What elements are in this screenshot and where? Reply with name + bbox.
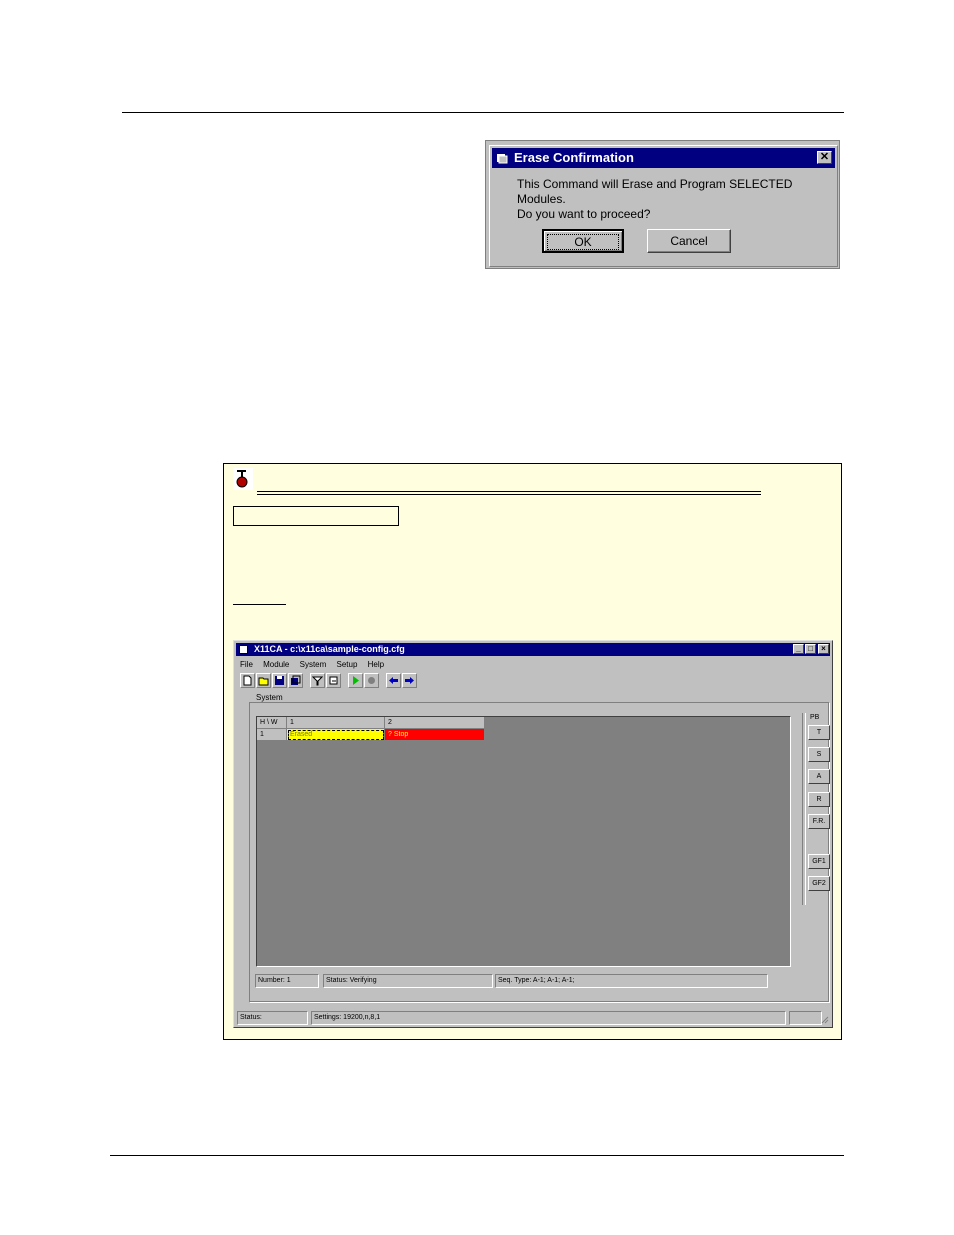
app-icon bbox=[497, 154, 508, 164]
status-bar-status: Status: bbox=[237, 1011, 308, 1025]
note-outlined-box bbox=[233, 506, 399, 526]
x11ca-window: X11CA - c:\x11ca\sample-config.cfg _ □ ×… bbox=[233, 640, 833, 1028]
filter-button[interactable] bbox=[310, 673, 325, 688]
app-icon bbox=[239, 645, 248, 654]
note-heading-rule bbox=[257, 491, 761, 495]
dialog-title-bar: Erase Confirmation ✕ bbox=[492, 148, 835, 168]
open-button[interactable] bbox=[256, 673, 271, 688]
play-icon bbox=[353, 676, 359, 685]
close-button[interactable]: ✕ bbox=[817, 151, 832, 164]
message-line-1: This Command will Erase and Program SELE… bbox=[517, 177, 793, 206]
app-title: X11CA - c:\x11ca\sample-config.cfg bbox=[254, 644, 405, 654]
grid-cell-stop[interactable]: ? Stop bbox=[385, 729, 485, 741]
folder-open-icon bbox=[258, 677, 269, 686]
filter-icon bbox=[312, 676, 323, 686]
top-rule bbox=[122, 112, 844, 113]
module-grid[interactable]: H \ W 1 2 1 Erased ? Stop bbox=[256, 716, 791, 967]
pb-button-a[interactable]: A bbox=[808, 769, 830, 784]
grid-row-header-1[interactable]: 1 bbox=[257, 729, 287, 741]
info-number: Number: 1 bbox=[255, 974, 319, 988]
resize-grip-icon[interactable] bbox=[820, 1015, 829, 1024]
ok-label: OK bbox=[547, 234, 619, 250]
pb-label: PB bbox=[810, 714, 820, 721]
app-title-bar: X11CA - c:\x11ca\sample-config.cfg _ □ × bbox=[236, 643, 830, 656]
arrow-right-icon bbox=[405, 677, 414, 684]
pb-button-gf2[interactable]: GF2 bbox=[808, 876, 830, 891]
menu-file[interactable]: File bbox=[240, 660, 253, 669]
group-label: System bbox=[254, 693, 285, 702]
grid-corner-header: H \ W bbox=[257, 717, 287, 729]
pb-button-t[interactable]: T bbox=[808, 725, 830, 740]
status-bar-settings: Settings: 19200,n,8,1 bbox=[311, 1011, 786, 1025]
message-line-2: Do you want to proceed? bbox=[517, 207, 651, 221]
minimize-button[interactable]: _ bbox=[793, 644, 804, 654]
menu-bar: File Module System Setup Help bbox=[240, 659, 392, 671]
close-icon: ✕ bbox=[819, 151, 830, 163]
stop-icon bbox=[368, 677, 375, 684]
erase-button[interactable] bbox=[326, 673, 341, 688]
status-bar-extra bbox=[789, 1011, 822, 1025]
save-all-icon bbox=[291, 675, 301, 685]
ok-button[interactable]: OK bbox=[542, 229, 624, 253]
menu-help[interactable]: Help bbox=[368, 660, 384, 669]
back-button[interactable] bbox=[386, 673, 401, 688]
erase-confirmation-dialog: Erase Confirmation ✕ This Command will E… bbox=[489, 145, 838, 267]
grid-col-header-1[interactable]: 1 bbox=[287, 717, 385, 729]
forward-button[interactable] bbox=[402, 673, 417, 688]
erase-icon bbox=[329, 676, 338, 685]
cancel-label: Cancel bbox=[670, 234, 708, 248]
new-file-button[interactable] bbox=[240, 673, 255, 688]
warning-bomb-icon bbox=[233, 468, 253, 490]
note-underline bbox=[233, 604, 286, 605]
maximize-button[interactable]: □ bbox=[805, 644, 816, 654]
grid-cell-erased[interactable]: Erased bbox=[287, 729, 385, 741]
pb-button-r[interactable]: R bbox=[808, 792, 830, 807]
pb-button-gf1[interactable]: GF1 bbox=[808, 854, 830, 869]
close-button[interactable]: × bbox=[818, 644, 829, 654]
pb-separator bbox=[802, 713, 806, 905]
menu-module[interactable]: Module bbox=[263, 660, 289, 669]
info-seq-type: Seq. Type: A-1; A-1; A-1; bbox=[495, 974, 768, 988]
info-status: Status: Verifying bbox=[323, 974, 493, 988]
new-file-icon bbox=[243, 675, 252, 686]
pb-button-s[interactable]: S bbox=[808, 747, 830, 762]
save-all-button[interactable] bbox=[288, 673, 303, 688]
stop-button[interactable] bbox=[364, 673, 379, 688]
run-button[interactable] bbox=[348, 673, 363, 688]
menu-system[interactable]: System bbox=[300, 660, 327, 669]
save-icon bbox=[275, 676, 284, 685]
dialog-message: This Command will Erase and Program SELE… bbox=[517, 177, 837, 222]
grid-col-header-2[interactable]: 2 bbox=[385, 717, 485, 729]
arrow-left-icon bbox=[389, 677, 398, 684]
save-button[interactable] bbox=[272, 673, 287, 688]
cancel-button[interactable]: Cancel bbox=[647, 229, 731, 253]
menu-setup[interactable]: Setup bbox=[337, 660, 358, 669]
pb-button-fr[interactable]: F.R. bbox=[808, 814, 830, 829]
dialog-title: Erase Confirmation bbox=[514, 150, 634, 165]
bottom-rule bbox=[110, 1155, 844, 1156]
